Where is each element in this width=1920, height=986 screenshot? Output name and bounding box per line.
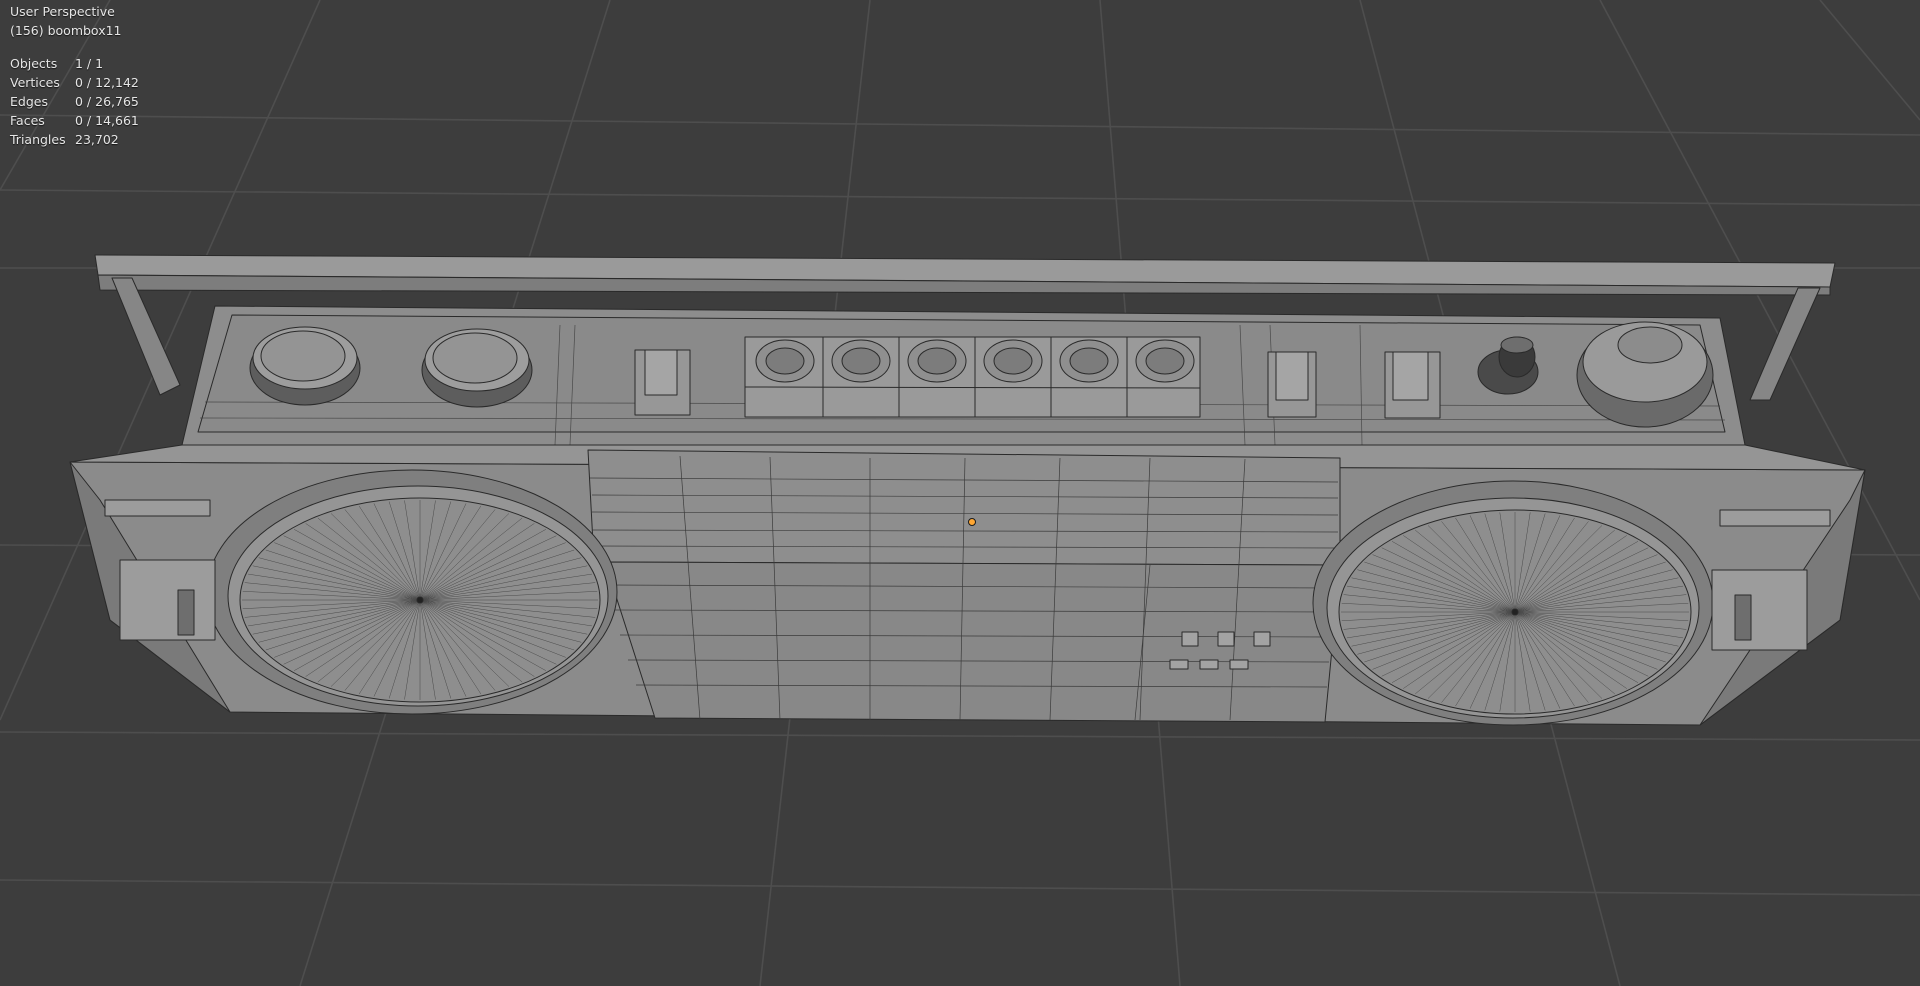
handle-right-post [1749, 287, 1821, 401]
right-speaker [1312, 480, 1714, 726]
knob-left-1 [249, 326, 361, 406]
left-speaker [206, 469, 618, 715]
stat-value: 0 / 26,765 [75, 94, 139, 109]
stat-label: Vertices [10, 75, 60, 90]
stat-label: Objects [10, 56, 58, 71]
stat-value: 0 / 12,142 [75, 75, 139, 90]
view-name: User Perspective [10, 4, 115, 19]
stat-value: 0 / 14,661 [75, 113, 139, 128]
object-name: (156) boombox11 [10, 23, 122, 38]
stat-triangles: Triangles 23,702 [10, 130, 139, 149]
stat-objects: Objects 1 / 1 [10, 54, 139, 73]
stat-label: Edges [10, 94, 48, 109]
stat-label: Faces [10, 113, 45, 128]
slider-mid [1267, 351, 1317, 418]
transport-button-cap [841, 347, 881, 375]
transport-button-cap [765, 347, 805, 375]
transport-button-cap [1069, 347, 1109, 375]
3d-viewport[interactable] [0, 0, 1920, 986]
transport-buttons [744, 336, 1201, 418]
slider-left [634, 349, 691, 416]
stat-vertices: Vertices 0 / 12,142 [10, 73, 139, 92]
stat-label: Triangles [10, 132, 66, 147]
stat-value: 1 / 1 [75, 56, 104, 71]
boombox-mesh[interactable] [69, 254, 1866, 726]
transport-button-cap [993, 347, 1033, 375]
knob-left-2 [421, 328, 533, 408]
stat-edges: Edges 0 / 26,765 [10, 92, 139, 111]
stat-faces: Faces 0 / 14,661 [10, 111, 139, 130]
object-origin [968, 518, 976, 526]
viewport-canvas[interactable] [0, 0, 1920, 986]
knob-right-large [1576, 321, 1714, 428]
transport-button-cap [1145, 347, 1185, 375]
transport-button-cap [917, 347, 957, 375]
slider-right [1384, 351, 1441, 419]
stat-value: 23,702 [75, 132, 119, 147]
viewport-overlay: User Perspective (156) boombox11 Objects… [10, 2, 139, 149]
